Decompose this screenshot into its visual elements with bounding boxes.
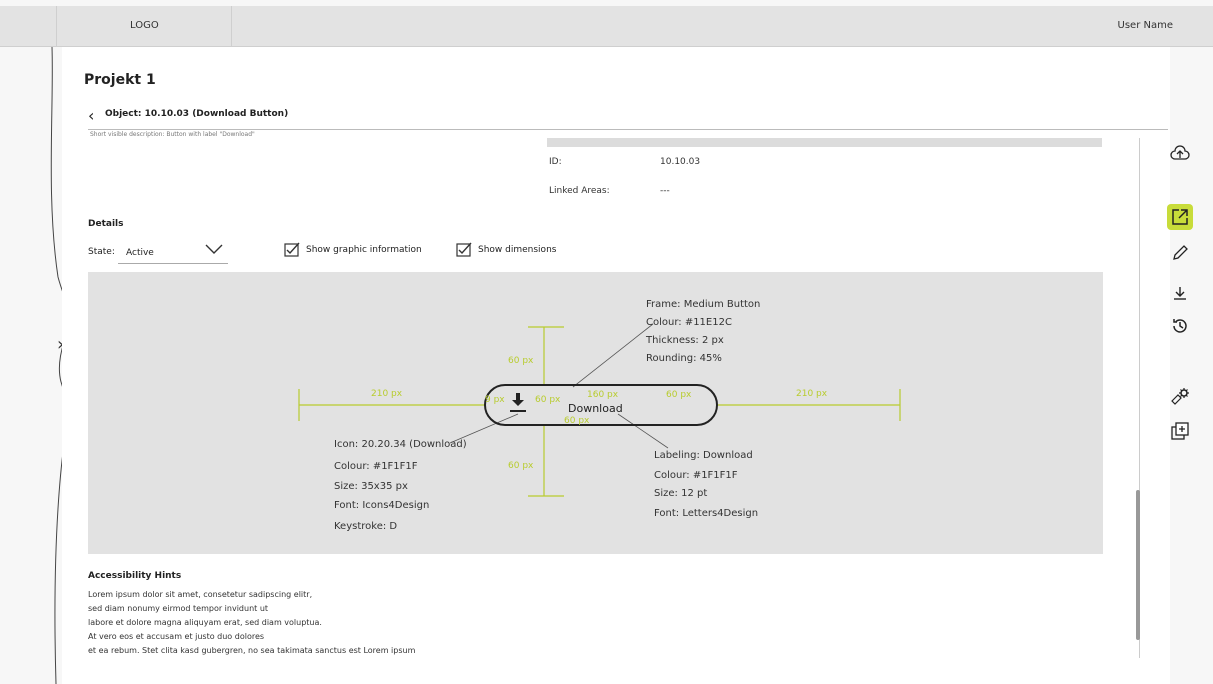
accessibility-line: Lorem ipsum dolor sit amet, consetetur s… (88, 590, 313, 599)
dim-bottom: 60 px (508, 461, 534, 471)
frame-spec-line: Frame: Medium Button (646, 299, 760, 310)
button-spec-diagram: Download 60 px 60 px 210 px 210 px 9 px … (298, 299, 901, 532)
dim-padding: 60 px (564, 416, 590, 426)
history-icon[interactable] (1167, 313, 1193, 339)
add-layer-icon[interactable] (1167, 418, 1193, 444)
labeling-spec-line: Font: Letters4Design (654, 508, 758, 519)
labeling-spec-line: Size: 12 pt (654, 488, 707, 499)
dim-inner-left: 60 px (535, 395, 561, 405)
cloud-upload-icon[interactable] (1167, 141, 1193, 167)
dim-left: 210 px (371, 389, 403, 399)
frame-spec-line: Thickness: 2 px (645, 335, 724, 346)
object-title: Object: 10.10.03 (Download Button) (105, 109, 289, 119)
graphic-canvas: Download 60 px 60 px 210 px 210 px 9 px … (88, 272, 1103, 554)
chevron-down-icon (205, 244, 223, 254)
page-title: Projekt 1 (84, 72, 156, 88)
scrollbar[interactable] (1136, 490, 1140, 640)
collapsed-sidebar (0, 47, 73, 684)
user-name[interactable]: User Name (1118, 20, 1173, 31)
settings-icon[interactable] (1167, 383, 1193, 409)
accessibility-line: et ea rebum. Stet clita kasd gubergren, … (88, 646, 416, 655)
show-graphic-checkbox[interactable] (284, 242, 300, 258)
accessibility-line: At vero eos et accusam et justo duo dolo… (88, 632, 265, 641)
download-icon (510, 393, 526, 412)
top-bar: LOGO User Name (0, 6, 1213, 47)
labeling-spec-line: Labeling: Download (654, 450, 753, 461)
id-label: ID: (549, 157, 562, 167)
dim-inner-right: 60 px (666, 390, 692, 400)
dim-right: 210 px (796, 389, 828, 399)
dim-icon: 9 px (485, 395, 505, 405)
icon-spec-line: Font: Icons4Design (334, 500, 429, 511)
button-label: Download (568, 402, 623, 415)
accessibility-line: labore et dolore magna aliquyam erat, se… (88, 618, 322, 627)
info-header-bar (547, 138, 1102, 147)
frame-spec-line: Colour: #11E12C (646, 317, 732, 328)
divider (88, 129, 1168, 130)
state-value: Active (126, 248, 154, 258)
dim-width: 160 px (587, 390, 619, 400)
id-value: 10.10.03 (660, 157, 701, 167)
icon-spec-line: Size: 35x35 px (334, 481, 408, 492)
details-heading: Details (88, 219, 124, 229)
icon-spec-line: Colour: #1F1F1F (334, 461, 418, 472)
show-dimensions-label: Show dimensions (478, 245, 557, 255)
logo[interactable]: LOGO (130, 20, 159, 31)
pencil-icon[interactable] (1167, 240, 1193, 266)
icon-spec-line: Keystroke: D (334, 521, 397, 532)
back-icon[interactable]: ‹ (88, 106, 94, 125)
external-link-icon[interactable] (1167, 204, 1193, 230)
accessibility-line: sed diam nonumy eirmod tempor invidunt u… (88, 604, 269, 613)
linked-areas-value: --- (660, 186, 670, 196)
short-description: Short visible description: Button with l… (90, 131, 255, 138)
show-dimensions-checkbox[interactable] (456, 242, 472, 258)
show-graphic-label: Show graphic information (306, 245, 422, 255)
accessibility-heading: Accessibility Hints (88, 571, 182, 581)
dim-top: 60 px (508, 356, 534, 366)
frame-spec-line: Rounding: 45% (646, 353, 722, 364)
state-label: State: (88, 247, 115, 257)
state-dropdown[interactable]: Active (118, 239, 228, 264)
download-icon[interactable] (1167, 281, 1193, 307)
linked-areas-label: Linked Areas: (549, 186, 610, 196)
labeling-spec-line: Colour: #1F1F1F (654, 470, 738, 481)
icon-spec-line: Icon: 20.20.34 (Download) (334, 439, 467, 450)
